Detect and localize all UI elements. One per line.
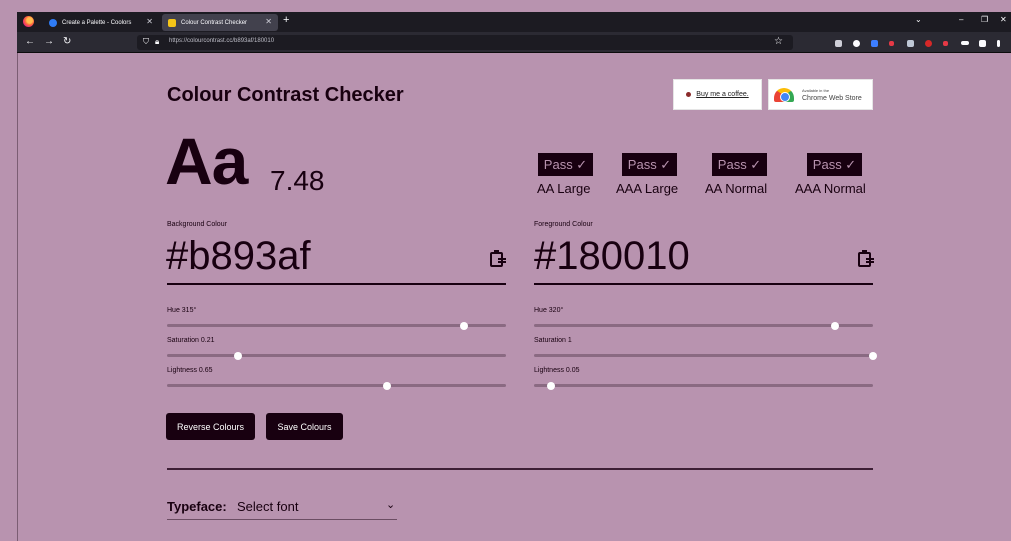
foreground-lightness-label: Lightness 0.05 — [534, 367, 580, 374]
background-colour-label: Background Colour — [167, 221, 227, 228]
extension-icon[interactable] — [943, 41, 948, 46]
aa-normal-label: AA Normal — [705, 181, 768, 196]
slider-thumb[interactable] — [546, 381, 555, 390]
extension-icon[interactable] — [907, 40, 914, 47]
foreground-hue-slider[interactable] — [534, 321, 873, 330]
window-edge — [17, 53, 18, 541]
window-close-icon[interactable]: ✕ — [1000, 15, 1007, 24]
buy-me-a-coffee-label: Buy me a coffee. — [696, 91, 749, 98]
slider-thumb[interactable] — [234, 351, 243, 360]
background-hue-label: Hue 315° — [167, 307, 197, 314]
background-lightness-slider[interactable] — [167, 381, 506, 390]
extension-icon[interactable] — [889, 41, 894, 46]
coolors-favicon-icon — [49, 18, 57, 27]
new-tab-button[interactable]: + — [283, 14, 289, 26]
back-icon[interactable]: ← — [25, 36, 35, 47]
paste-clipboard-icon[interactable] — [490, 250, 506, 267]
shield-icon[interactable]: ⛉ — [143, 37, 149, 47]
lock-icon[interactable]: 🔒︎ — [155, 37, 159, 47]
maximize-icon[interactable]: ❐ — [981, 15, 988, 24]
section-divider — [167, 468, 873, 470]
chrome-web-store-button[interactable]: Available in the Chrome Web Store — [768, 79, 873, 110]
background-lightness-label: Lightness 0.65 — [167, 367, 213, 374]
coffee-cup-icon — [686, 92, 692, 97]
tab-label: Colour Contrast Checker — [181, 19, 248, 26]
forward-icon[interactable]: → — [44, 36, 54, 47]
chrome-logo-icon — [774, 88, 794, 102]
slider-thumb[interactable] — [831, 321, 840, 330]
aaa-large-pass-badge: Pass ✓ — [622, 153, 677, 176]
foreground-hue-label: Hue 320° — [534, 307, 564, 314]
tab-contrast-checker[interactable]: Colour Contrast Checker ✕ — [162, 14, 278, 31]
typeface-underline — [167, 519, 397, 520]
background-hex-underline — [167, 283, 506, 285]
contrast-ratio: 7.48 — [270, 165, 325, 196]
minimize-icon[interactable]: – — [959, 15, 963, 24]
slider-thumb[interactable] — [383, 381, 392, 390]
navigation-bar: ← → ↻ ⛉ 🔒︎ https://colourcontrast.cc/b89… — [17, 32, 1011, 53]
tab-coolors[interactable]: Create a Palette - Coolors ✕ — [43, 14, 159, 31]
foreground-saturation-slider[interactable] — [534, 351, 877, 360]
desktop-frame-left — [0, 12, 17, 541]
paste-clipboard-icon[interactable] — [858, 250, 874, 267]
slider-thumb[interactable] — [459, 321, 468, 330]
extension-icon[interactable] — [925, 40, 932, 47]
background-saturation-label: Saturation 0.21 — [167, 337, 215, 344]
aa-large-pass-badge: Pass ✓ — [538, 153, 593, 176]
foreground-hex-underline — [534, 283, 873, 285]
extension-icon[interactable] — [853, 40, 860, 47]
menu-icon[interactable] — [997, 40, 1000, 47]
aaa-normal-label: AAA Normal — [795, 181, 866, 196]
contrast-sample-text: Aa — [165, 124, 248, 198]
extension-icon[interactable] — [961, 41, 969, 45]
save-colours-button[interactable]: Save Colours — [266, 413, 343, 440]
foreground-colour-label: Foreground Colour — [534, 221, 593, 228]
desktop-frame — [0, 0, 1011, 12]
pocket-icon[interactable] — [835, 40, 842, 47]
tab-list-chevron-icon[interactable]: ⌄ — [915, 15, 922, 24]
buy-me-a-coffee-button[interactable]: Buy me a coffee. — [673, 79, 762, 110]
bookmark-star-icon[interactable]: ☆ — [774, 36, 783, 47]
tab-label: Create a Palette - Coolors — [62, 19, 132, 26]
chevron-down-icon[interactable]: ⌄ — [386, 498, 395, 511]
background-saturation-slider[interactable] — [167, 351, 506, 360]
aaa-large-label: AAA Large — [616, 181, 679, 196]
foreground-lightness-slider[interactable] — [534, 381, 873, 390]
contrast-favicon-icon — [168, 18, 176, 27]
page-title: Colour Contrast Checker — [167, 84, 404, 106]
cws-title: Chrome Web Store — [802, 95, 862, 102]
url-bar[interactable]: ⛉ 🔒︎ https://colourcontrast.cc/b893af/18… — [137, 35, 793, 50]
background-hue-slider[interactable] — [167, 321, 506, 330]
extensions-puzzle-icon[interactable] — [979, 40, 986, 47]
close-icon[interactable]: ✕ — [146, 17, 153, 26]
cws-caption: Available in the — [802, 88, 830, 93]
tab-bar: Create a Palette - Coolors ✕ Colour Cont… — [17, 12, 1011, 32]
firefox-logo-icon[interactable] — [23, 16, 34, 27]
reverse-colours-button[interactable]: Reverse Colours — [166, 413, 255, 440]
background-hex-input[interactable]: #b893af — [166, 236, 311, 276]
foreground-hex-input[interactable]: #180010 — [534, 236, 690, 276]
aaa-normal-pass-badge: Pass ✓ — [807, 153, 862, 176]
aa-normal-pass-badge: Pass ✓ — [712, 153, 767, 176]
extension-icon[interactable] — [871, 40, 878, 47]
reload-icon[interactable]: ↻ — [63, 36, 71, 47]
aa-large-label: AA Large — [537, 181, 591, 196]
typeface-select[interactable]: Select font — [237, 499, 298, 514]
slider-thumb[interactable] — [869, 351, 877, 360]
close-icon[interactable]: ✕ — [265, 17, 272, 26]
foreground-saturation-label: Saturation 1 — [534, 337, 572, 344]
typeface-label: Typeface: — [167, 499, 227, 514]
url-text[interactable]: https://colourcontrast.cc/b893af/180010 — [169, 38, 274, 44]
